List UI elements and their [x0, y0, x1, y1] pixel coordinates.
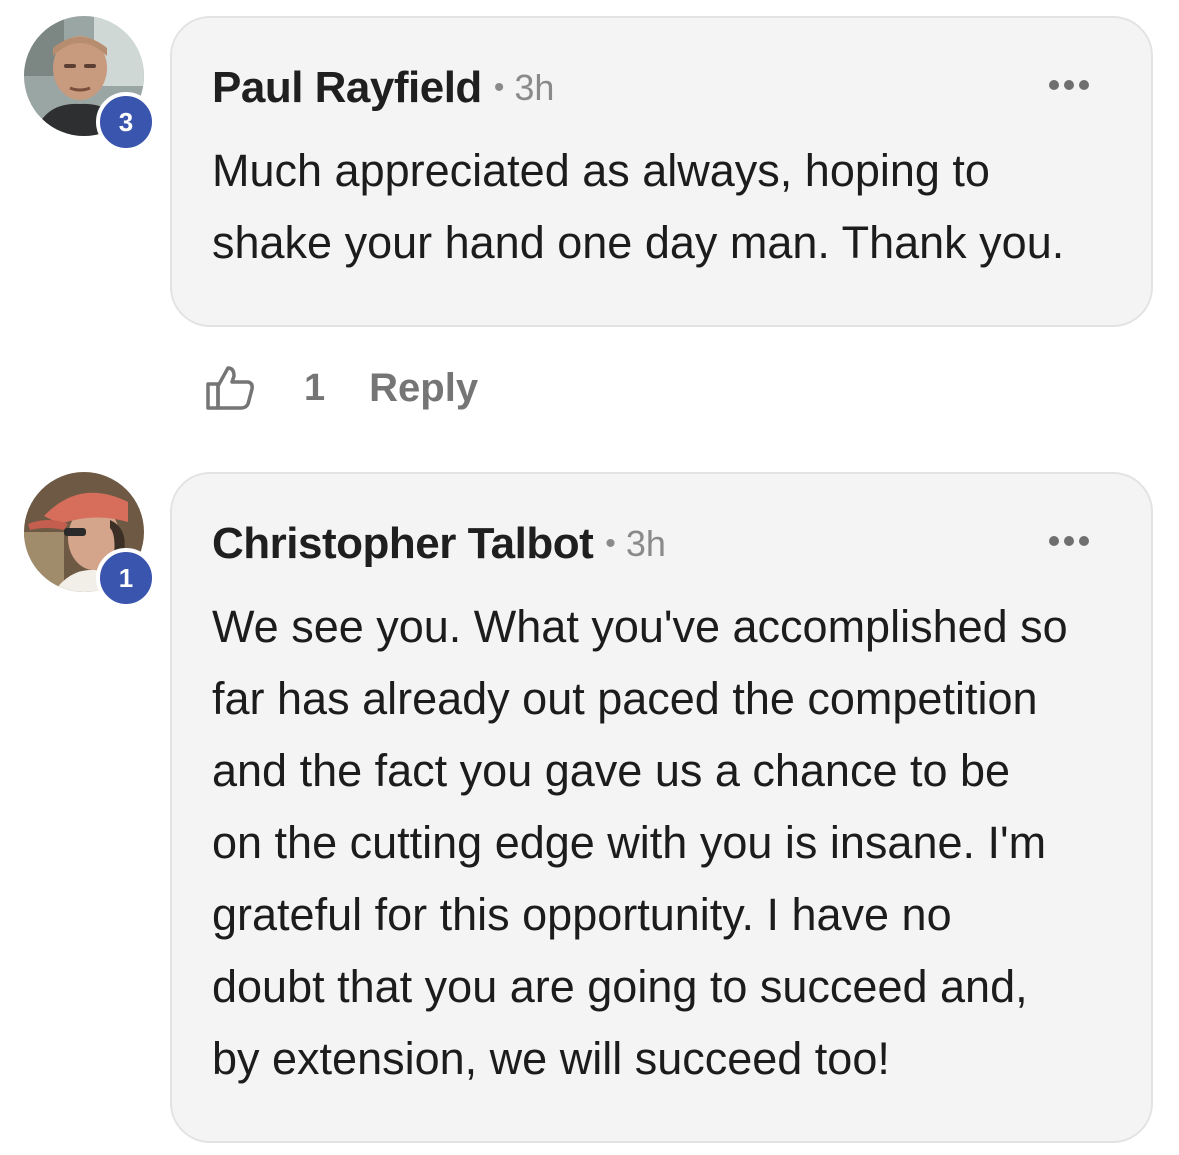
comment-text: We see you. What you've accomplished so … [212, 601, 1068, 1084]
more-options-icon[interactable] [1049, 80, 1089, 90]
comment-header: Christopher Talbot • 3h [212, 516, 666, 572]
comment-header: Paul Rayfield • 3h [212, 60, 554, 116]
comment-count-badge: 3 [96, 92, 156, 152]
timestamp: 3h [625, 523, 666, 564]
like-count: 1 [304, 366, 326, 409]
comment-bubble: Paul Rayfield • 3h Much appreciated as a… [170, 16, 1153, 327]
timestamp: 3h [514, 67, 555, 108]
reply-button[interactable]: Reply [369, 366, 478, 411]
comment-text: Much appreciated as always, hoping to sh… [212, 145, 1065, 268]
separator-dot: • [493, 71, 505, 104]
more-options-icon[interactable] [1049, 536, 1089, 546]
comment-actions: 1 Reply [204, 360, 478, 416]
comment-count-badge: 1 [96, 548, 156, 608]
thumbs-up-icon[interactable] [204, 362, 256, 414]
comment-bubble: Christopher Talbot • 3h We see you. What… [170, 472, 1153, 1143]
separator-dot: • [605, 527, 616, 560]
author-name[interactable]: Christopher Talbot [212, 519, 594, 569]
author-name[interactable]: Paul Rayfield [212, 63, 482, 113]
